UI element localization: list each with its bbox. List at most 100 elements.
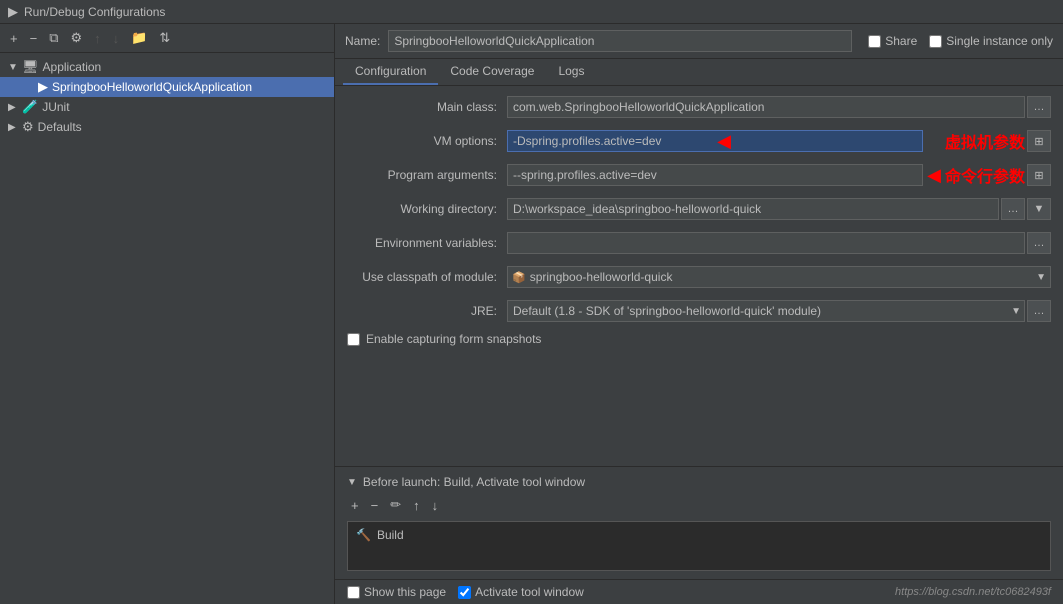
run-config-icon: ▶ xyxy=(38,79,48,95)
jre-browse-button[interactable]: … xyxy=(1027,300,1051,322)
program-args-row: Program arguments: ◀ 命令行参数 ⊞ xyxy=(347,162,1051,188)
show-page-label[interactable]: Show this page xyxy=(347,585,446,599)
checkboxes-row: Share Single instance only xyxy=(868,34,1053,48)
move-down-button[interactable]: ↓ xyxy=(109,29,124,48)
before-launch-list: 🔨 Build xyxy=(347,521,1051,571)
name-input[interactable] xyxy=(388,30,852,52)
env-vars-label: Environment variables: xyxy=(347,236,507,250)
name-row: Name: Share Single instance only xyxy=(335,24,1063,59)
tabs-bar: Configuration Code Coverage Logs xyxy=(335,59,1063,86)
program-args-input[interactable] xyxy=(507,164,923,186)
activate-tool-label[interactable]: Activate tool window xyxy=(458,585,584,599)
defaults-group-icon: ⚙ xyxy=(22,119,34,135)
before-launch-edit-button[interactable]: ✏ xyxy=(386,495,405,515)
activate-tool-checkbox[interactable] xyxy=(458,586,471,599)
tree-item-junit[interactable]: ▶ 🧪 JUnit xyxy=(0,97,334,117)
junit-group-icon: 🧪 xyxy=(22,99,38,115)
classpath-row: Use classpath of module: 📦 springboo-hel… xyxy=(347,264,1051,290)
before-launch-collapse-icon[interactable]: ▼ xyxy=(347,477,357,488)
share-checkbox-label[interactable]: Share xyxy=(868,34,917,48)
right-panel: Name: Share Single instance only Configu… xyxy=(335,24,1063,604)
program-args-annotation: 命令行参数 xyxy=(945,163,1025,187)
before-launch-down-button[interactable]: ↓ xyxy=(428,495,443,515)
name-label: Name: xyxy=(345,34,380,48)
tree-arrow-defaults: ▶ xyxy=(8,122,18,133)
vm-options-input[interactable] xyxy=(507,130,923,152)
main-class-row: Main class: … xyxy=(347,94,1051,120)
env-vars-browse-button[interactable]: … xyxy=(1027,232,1051,254)
main-class-input[interactable] xyxy=(507,96,1025,118)
bottom-bar: Show this page Activate tool window http… xyxy=(335,579,1063,604)
jre-label: JRE: xyxy=(347,304,507,318)
build-item-label: Build xyxy=(377,528,404,542)
share-label: Share xyxy=(885,34,917,48)
show-page-checkbox[interactable] xyxy=(347,586,360,599)
main-class-browse-button[interactable]: … xyxy=(1027,96,1051,118)
tree-item-springboo[interactable]: ▶ SpringbooHelloworldQuickApplication xyxy=(0,77,334,97)
single-instance-checkbox-label[interactable]: Single instance only xyxy=(929,34,1053,48)
program-args-label: Program arguments: xyxy=(347,168,507,182)
classpath-dropdown-arrow: ▼ xyxy=(1036,272,1046,283)
build-icon: 🔨 xyxy=(356,528,371,542)
jre-dropdown-container: Default (1.8 - SDK of 'springboo-hellowo… xyxy=(507,300,1025,322)
before-launch-title: Before launch: Build, Activate tool wind… xyxy=(363,475,585,489)
program-args-arrow: ◀ xyxy=(927,165,941,186)
classpath-value: springboo-helloworld-quick xyxy=(530,270,1032,284)
before-launch-up-button[interactable]: ↑ xyxy=(409,495,424,515)
settings-config-button[interactable]: ⚙ xyxy=(66,28,86,48)
watermark: https://blog.csdn.net/tc0682493f xyxy=(895,586,1051,598)
share-checkbox[interactable] xyxy=(868,35,881,48)
before-launch-add-button[interactable]: + xyxy=(347,495,363,515)
springboo-item-label: SpringbooHelloworldQuickApplication xyxy=(52,80,252,94)
defaults-group-label: Defaults xyxy=(38,120,82,134)
tab-configuration[interactable]: Configuration xyxy=(343,59,438,85)
application-group-label: Application xyxy=(43,60,102,74)
jre-row: JRE: Default (1.8 - SDK of 'springboo-he… xyxy=(347,298,1051,324)
vm-options-annotation: 虚拟机参数 xyxy=(945,129,1025,153)
tree-arrow-application: ▼ xyxy=(8,62,18,73)
tab-logs[interactable]: Logs xyxy=(546,59,596,85)
single-instance-checkbox[interactable] xyxy=(929,35,942,48)
left-panel: + − ⧉ ⚙ ↑ ↓ 📁 ⇅ ▼ 🖥 Application ▶ Spring… xyxy=(0,24,335,604)
copy-config-button[interactable]: ⧉ xyxy=(45,28,62,48)
working-dir-row: Working directory: … ▼ xyxy=(347,196,1051,222)
title-text: Run/Debug Configurations xyxy=(24,5,165,19)
classpath-module-wrap: 📦 springboo-helloworld-quick ▼ xyxy=(507,266,1051,288)
before-launch-remove-button[interactable]: − xyxy=(367,495,383,515)
before-launch-header: ▼ Before launch: Build, Activate tool wi… xyxy=(347,475,1051,489)
junit-group-label: JUnit xyxy=(42,100,69,114)
enable-capture-checkbox[interactable] xyxy=(347,333,360,346)
tree-arrow-junit: ▶ xyxy=(8,102,18,113)
add-config-button[interactable]: + xyxy=(6,29,22,48)
vm-options-expand-button[interactable]: ⊞ xyxy=(1027,130,1051,152)
program-args-wrap: ◀ 命令行参数 xyxy=(507,163,1025,187)
sort-button[interactable]: ⇅ xyxy=(155,28,174,48)
tree-item-application[interactable]: ▼ 🖥 Application xyxy=(0,57,334,77)
enable-capture-label[interactable]: Enable capturing form snapshots xyxy=(366,332,541,346)
show-page-text: Show this page xyxy=(364,585,446,599)
working-dir-extra-button[interactable]: ▼ xyxy=(1027,198,1051,220)
move-up-button[interactable]: ↑ xyxy=(90,29,105,48)
env-vars-input[interactable] xyxy=(507,232,1025,254)
working-dir-input[interactable] xyxy=(507,198,999,220)
tab-code-coverage[interactable]: Code Coverage xyxy=(438,59,546,85)
single-instance-label: Single instance only xyxy=(946,34,1053,48)
main-class-label: Main class: xyxy=(347,100,507,114)
title-icon: ▶ xyxy=(8,4,18,20)
remove-config-button[interactable]: − xyxy=(26,29,42,48)
program-args-expand-button[interactable]: ⊞ xyxy=(1027,164,1051,186)
config-area: Main class: … VM options: ◀ 虚拟机参数 ⊞ Prog… xyxy=(335,86,1063,466)
folder-button[interactable]: 📁 xyxy=(127,28,151,48)
left-toolbar: + − ⧉ ⚙ ↑ ↓ 📁 ⇅ xyxy=(0,24,334,53)
activate-tool-text: Activate tool window xyxy=(475,585,584,599)
before-launch-item-build: 🔨 Build xyxy=(352,526,1046,544)
tree-item-defaults[interactable]: ▶ ⚙ Defaults xyxy=(0,117,334,137)
jre-select[interactable]: Default (1.8 - SDK of 'springboo-hellowo… xyxy=(507,300,1025,322)
before-launch-section: ▼ Before launch: Build, Activate tool wi… xyxy=(335,466,1063,579)
working-dir-label: Working directory: xyxy=(347,202,507,216)
working-dir-browse-button[interactable]: … xyxy=(1001,198,1025,220)
enable-capture-row: Enable capturing form snapshots xyxy=(347,332,1051,346)
tree-area: ▼ 🖥 Application ▶ SpringbooHelloworldQui… xyxy=(0,53,334,604)
module-icon: 📦 xyxy=(512,271,526,284)
vm-options-label: VM options: xyxy=(347,134,507,148)
